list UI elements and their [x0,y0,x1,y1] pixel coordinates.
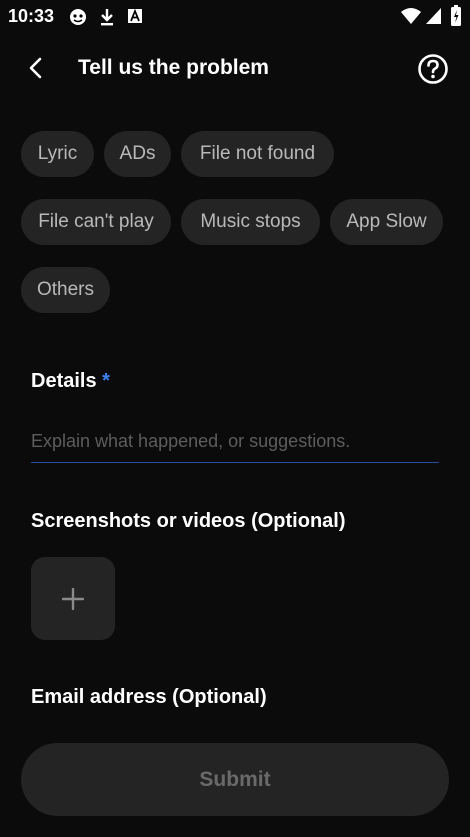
status-bar: 10:33 [0,0,470,34]
details-input[interactable] [31,421,439,463]
help-circle-icon[interactable] [417,53,449,85]
battery-icon [451,5,461,26]
submit-button[interactable]: Submit [21,743,449,816]
header: Tell us the problem [0,44,470,94]
submit-label: Submit [199,767,271,791]
chevron-left-icon[interactable] [22,54,50,82]
chip-app-slow[interactable]: App Slow [330,199,443,245]
plus-icon [62,587,84,610]
face-icon [70,9,86,25]
chip-label: Others [36,279,95,300]
chip-others[interactable]: Others [21,267,110,313]
chip-label: App Slow [346,211,427,232]
details-label: Details * [31,370,110,393]
details-label-text: Details [31,370,97,392]
email-label: Email address (Optional) [31,686,267,708]
chip-file-cant-play[interactable]: File can't play [21,199,171,245]
status-time: 10:33 [8,6,55,26]
required-mark: * [102,370,110,392]
add-media-button[interactable] [31,557,115,640]
wifi-icon [401,8,421,24]
chip-label: File can't play [38,211,154,232]
chip-ads[interactable]: ADs [104,131,171,177]
chip-file-not-found[interactable]: File not found [181,131,334,177]
chip-label: File not found [199,143,316,164]
download-icon [101,9,113,26]
chip-label: Lyric [37,143,78,164]
media-label: Screenshots or videos (Optional) [31,510,346,532]
chip-music-stops[interactable]: Music stops [181,199,320,245]
chip-label: Music stops [200,211,301,232]
chip-label: ADs [119,143,156,164]
chip-lyric[interactable]: Lyric [21,131,94,177]
signal-icon [426,8,441,24]
page-title: Tell us the problem [78,56,269,79]
a-box-icon [128,8,142,23]
